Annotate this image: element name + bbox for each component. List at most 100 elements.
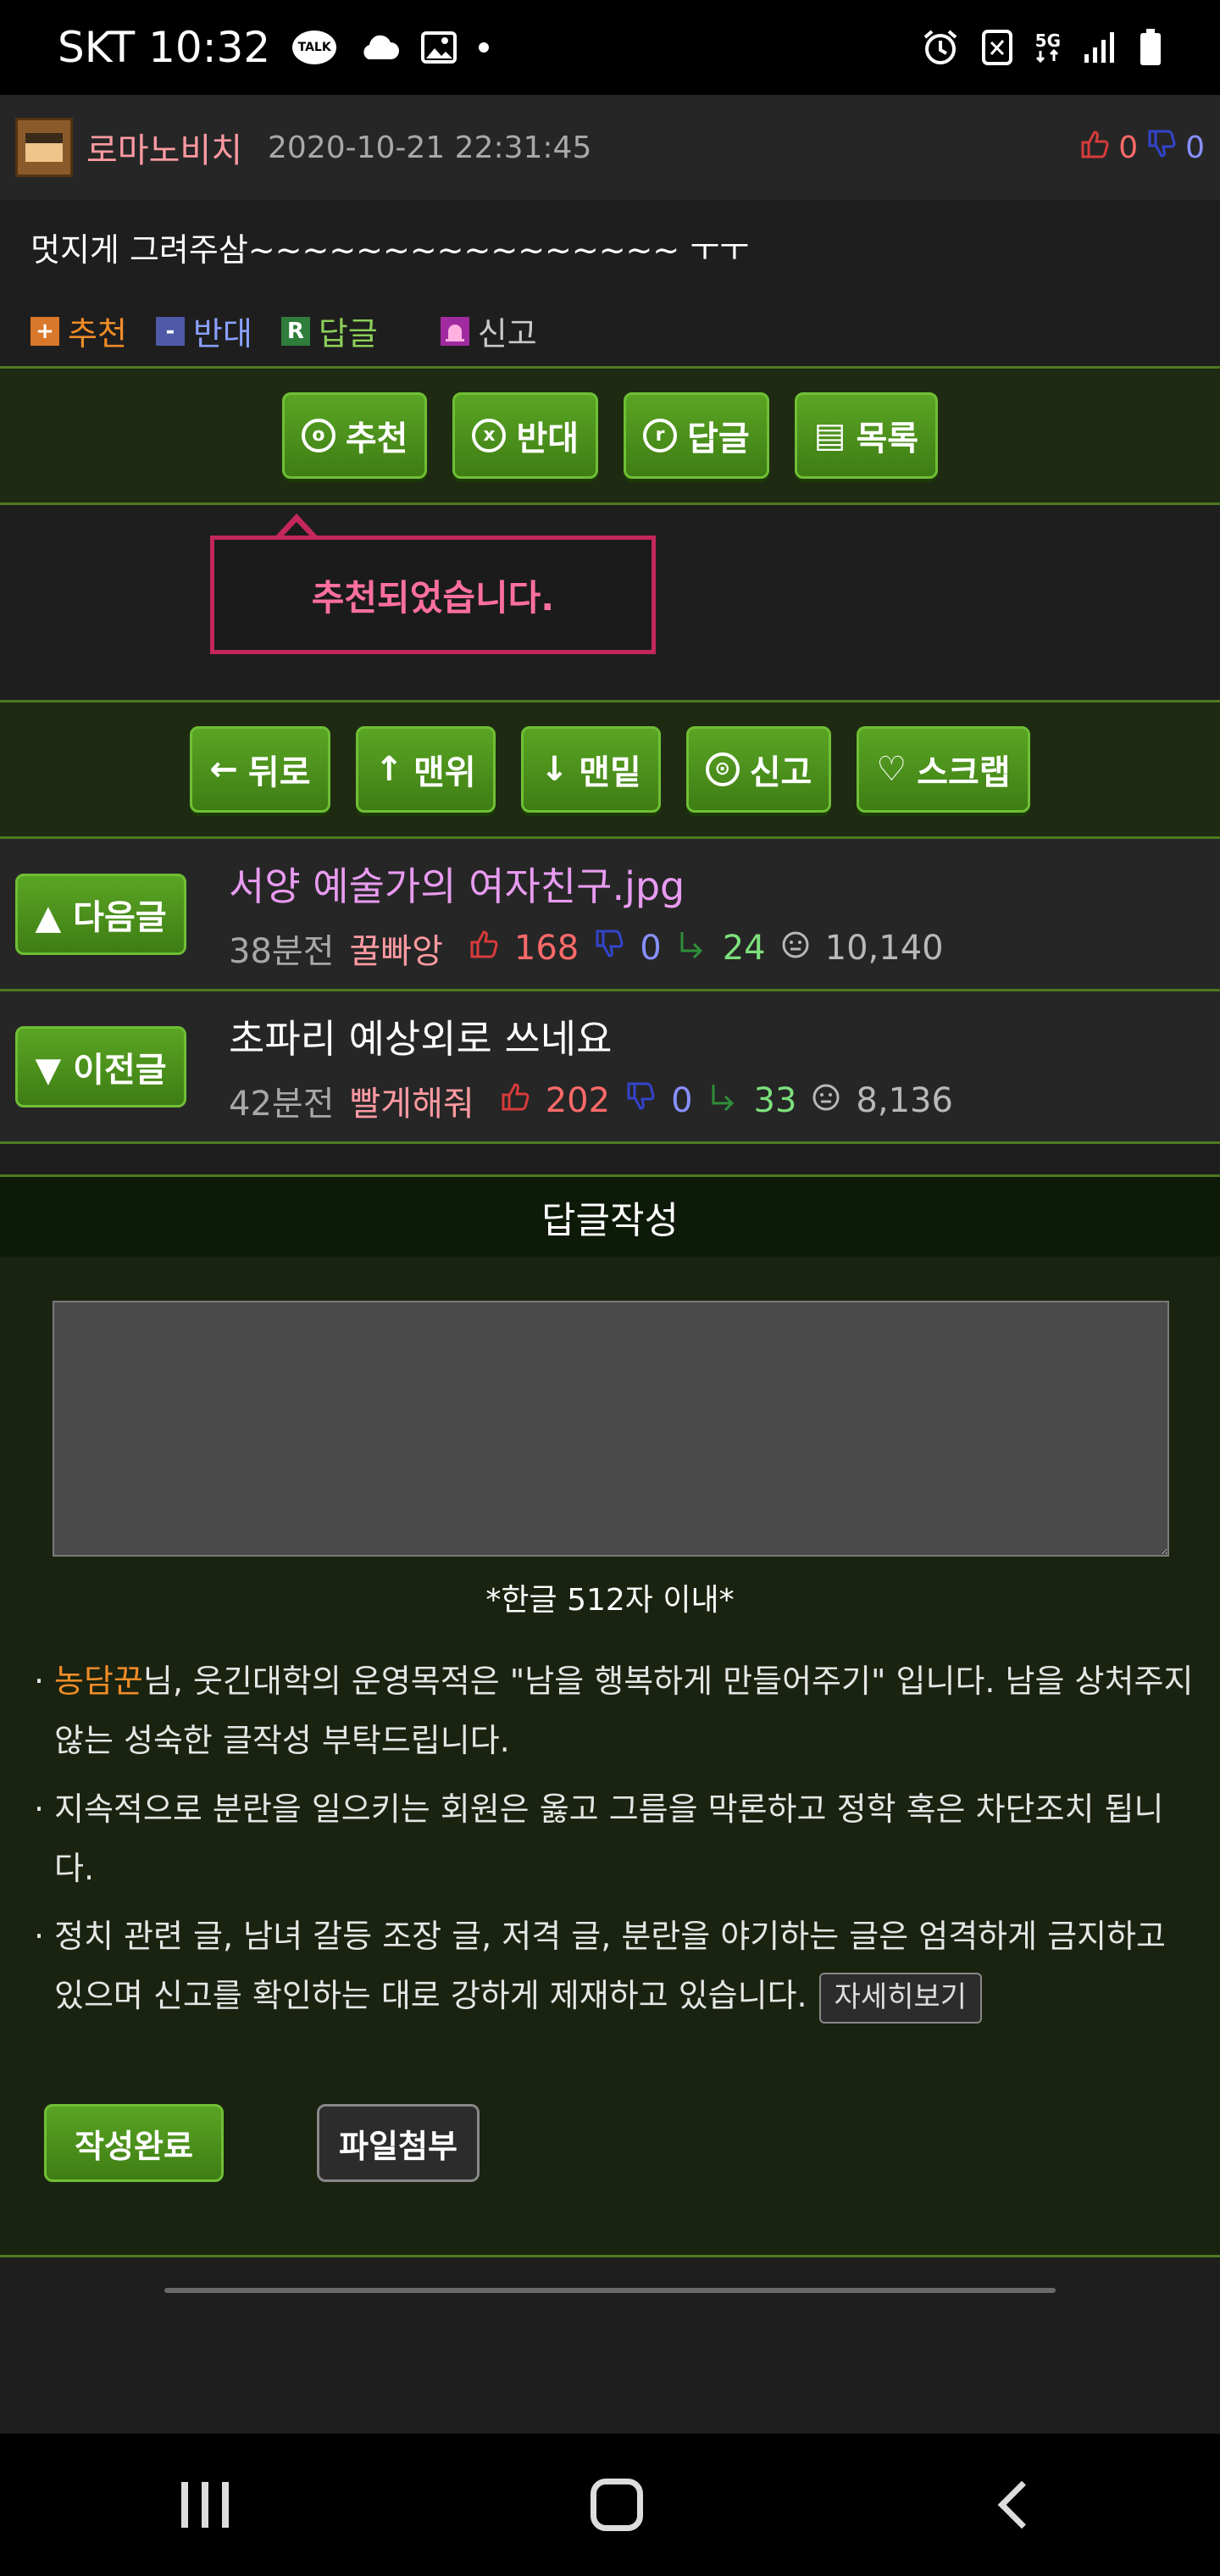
rule-text: 지속적으로 분란을 일으키는 회원은 옳고 그름을 막론하고 정학 혹은 차단조… (54, 1790, 1164, 1887)
android-nav-bar (0, 2434, 1220, 2576)
reply-arrow-icon (708, 1081, 739, 1120)
scrap-button[interactable]: ♡ 스크랩 (857, 726, 1030, 813)
oppose-button[interactable]: x 반대 (452, 392, 599, 479)
comment-author[interactable]: 로마노비치 (86, 123, 242, 172)
recommend-button-label: 추천 (345, 419, 408, 458)
toast-message: 추천되었습니다. (210, 536, 656, 654)
scroll-indicator (164, 2288, 1056, 2293)
scrap-button-label: 스크랩 (917, 753, 1011, 792)
signal-icon (1083, 31, 1117, 64)
comment-reply-label: 답글 (318, 315, 378, 353)
recommend-button[interactable]: o 추천 (281, 392, 428, 479)
comment-votes: 0 0 (1079, 129, 1205, 167)
top-button[interactable]: ↑ 맨위 (355, 726, 496, 813)
list-button[interactable]: ▤ 목록 (794, 392, 939, 479)
comment-text: 멋지게 그려주삼~~~~~~~~~~~~~~~~ ㅜㅜ (30, 231, 750, 269)
next-post-button[interactable]: ▲ 다음글 (15, 873, 186, 955)
back-icon[interactable] (998, 2480, 1046, 2529)
reply-limit: *한글 512자 이내* (485, 1583, 735, 1618)
cloud-icon (358, 34, 400, 61)
rule-text: 정치 관련 글, 남녀 갈등 조장 글, 저격 글, 분란을 야기하는 글은 엄… (54, 1918, 1166, 2015)
reply-title: 답글작성 (0, 1177, 1220, 1257)
prev-post-up: 202 (545, 1080, 611, 1120)
minus-icon: - (155, 316, 185, 346)
reply-rules: · 농담꾼님, 웃긴대학의 운영목적은 "남을 행복하게 만들어주기" 입니다.… (34, 1652, 1195, 2035)
arrow-down-icon: ↓ (540, 750, 569, 789)
next-post-time: 38분전 (229, 931, 335, 971)
next-post-title[interactable]: 서양 예술가의 여자친구.jpg (229, 856, 944, 912)
avatar[interactable] (15, 118, 73, 177)
circle-r-icon: r (643, 419, 678, 452)
recents-icon[interactable] (180, 2482, 229, 2528)
reply-button[interactable]: r 답글 (624, 392, 769, 479)
siren-icon (440, 316, 469, 346)
prev-post-row[interactable]: ▼ 이전글 초파리 예상외로 쓰네요 42분전 빨게해줘 202 0 33 8,… (0, 991, 1220, 1144)
comment-date: 2020-10-21 22:31:45 (268, 130, 592, 165)
list-button-label: 목록 (856, 419, 919, 458)
comment-recommend-link[interactable]: + 추천 (30, 308, 127, 354)
next-post-meta: 38분전 꿀빠앙 168 0 24 10,140 (229, 924, 944, 973)
heart-icon: ♡ (876, 750, 907, 789)
comment-down-count: 0 (1185, 130, 1205, 165)
comment-actions: + 추천 - 반대 R 답글 신고 (30, 308, 1190, 354)
attach-file-button[interactable]: 파일첨부 (317, 2104, 480, 2182)
prev-post-time: 42분전 (229, 1084, 335, 1124)
thumbs-down-icon (1146, 129, 1177, 167)
status-bar: SKT 10:32 TALK 5G (0, 0, 1220, 95)
back-button[interactable]: ← 뒤로 (190, 726, 330, 813)
nav-button-bar: ← 뒤로 ↑ 맨위 ↓ 맨밑 ⊙ 신고 ♡ 스크랩 (0, 700, 1220, 839)
comment-oppose-label: 반대 (192, 315, 252, 353)
next-post-views: 10,140 (824, 928, 944, 968)
action-bar: o 추천 x 반대 r 답글 ▤ 목록 (0, 366, 1220, 505)
thumbs-down-icon (625, 1081, 656, 1120)
bottom-button[interactable]: ↓ 맨밑 (520, 726, 661, 813)
next-post-down: 0 (640, 928, 662, 968)
next-post-author[interactable]: 꿀빠앙 (350, 924, 443, 973)
battery-icon (1139, 28, 1162, 67)
report-button[interactable]: ⊙ 신고 (685, 726, 832, 813)
rule-user: 농담꾼 (54, 1663, 143, 1700)
reply-arrow-icon (677, 929, 707, 968)
prev-post-author[interactable]: 빨게해줘 (350, 1076, 474, 1125)
notice-area: 추천되었습니다. (0, 505, 1220, 702)
thumbs-up-icon (469, 929, 499, 968)
prev-post-replies: 33 (753, 1080, 797, 1120)
comment-oppose-link[interactable]: - 반대 (155, 308, 252, 354)
home-icon[interactable] (590, 2479, 643, 2531)
comment-report-link[interactable]: 신고 (440, 308, 537, 354)
reply-icon: R (280, 316, 310, 346)
details-button[interactable]: 자세히보기 (818, 1973, 983, 2024)
next-post-row[interactable]: ▲ 다음글 서양 예술가의 여자친구.jpg 38분전 꿀빠앙 168 0 24… (0, 839, 1220, 991)
comment-reply-link[interactable]: R 답글 (280, 308, 378, 354)
next-post-up: 168 (513, 928, 580, 968)
prev-post-meta: 42분전 빨게해줘 202 0 33 8,136 (229, 1076, 953, 1125)
plus-icon: + (30, 316, 59, 346)
smiley-icon (781, 929, 810, 968)
prev-post-down: 0 (671, 1080, 693, 1120)
alarm-icon (922, 29, 959, 66)
top-button-label: 맨위 (413, 753, 476, 792)
bottom-button-label: 맨밑 (579, 753, 641, 792)
arrow-up-icon: ↑ (374, 750, 404, 789)
prev-post-button[interactable]: ▼ 이전글 (15, 1025, 186, 1108)
circle-o-icon: o (301, 419, 336, 452)
reply-textarea[interactable] (53, 1301, 1169, 1557)
rule-item: · 지속적으로 분란을 일으키는 회원은 옳고 그름을 막론하고 정학 혹은 차… (34, 1779, 1195, 1899)
rule-item: · 농담꾼님, 웃긴대학의 운영목적은 "남을 행복하게 만들어주기" 입니다.… (34, 1663, 1194, 1760)
thumbs-up-icon (500, 1081, 530, 1120)
smiley-icon (812, 1081, 840, 1120)
submit-button[interactable]: 작성완료 (44, 2104, 224, 2182)
arrow-left-icon: ← (209, 750, 238, 789)
comment-body: 멋지게 그려주삼~~~~~~~~~~~~~~~~ ㅜㅜ + 추천 - 반대 R … (0, 200, 1220, 366)
report-button-label: 신고 (749, 753, 812, 792)
5g-label: 5G (1034, 31, 1061, 51)
comment-recommend-label: 추천 (68, 315, 127, 353)
5g-icon: 5G (1035, 32, 1061, 63)
thumbs-down-icon (594, 929, 624, 968)
prev-post-title[interactable]: 초파리 예상외로 쓰네요 (229, 1008, 953, 1064)
next-post-replies: 24 (722, 928, 766, 968)
oppose-button-label: 반대 (516, 419, 580, 458)
dot-icon (479, 42, 490, 53)
list-icon: ▤ (813, 416, 846, 455)
reply-section: 답글작성 *한글 512자 이내* · 농담꾼님, 웃긴대학의 운영목적은 "남… (0, 1174, 1220, 2257)
